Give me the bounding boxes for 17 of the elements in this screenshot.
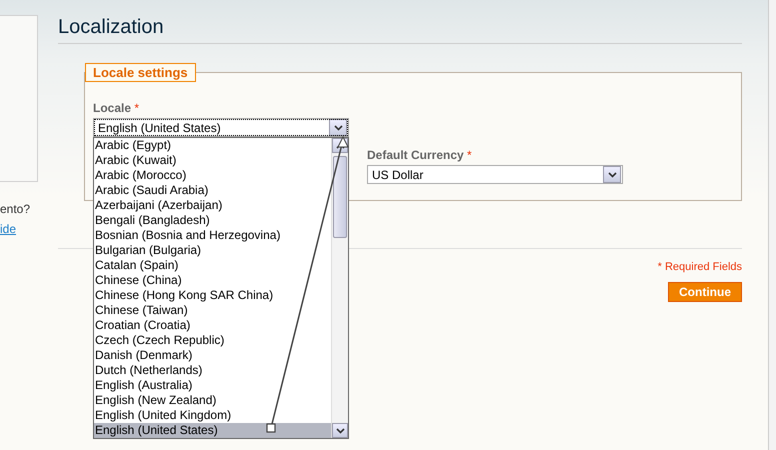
section-legend: Locale settings (85, 63, 196, 82)
field-label: Locale * (93, 101, 140, 115)
page-title: Localization (58, 15, 742, 44)
dropdown-option[interactable]: English (United States) (94, 423, 331, 438)
chevron-down-icon (334, 124, 342, 130)
currency-select[interactable]: US Dollar (367, 165, 623, 184)
chevron-down-icon (336, 428, 344, 434)
sidebar-text: ento? (0, 202, 32, 216)
scrollbar-thumb[interactable] (333, 156, 347, 238)
scroll-down-button[interactable] (332, 423, 348, 438)
required-note: * Required Fields (658, 261, 742, 273)
field-label: Default Currency * (367, 148, 473, 162)
chevron-down-icon (608, 172, 616, 178)
dropdown-button[interactable] (329, 119, 347, 136)
scrollbar[interactable] (331, 138, 348, 438)
dropdown-button[interactable] (603, 166, 621, 183)
guide-link[interactable]: ide (0, 222, 38, 236)
